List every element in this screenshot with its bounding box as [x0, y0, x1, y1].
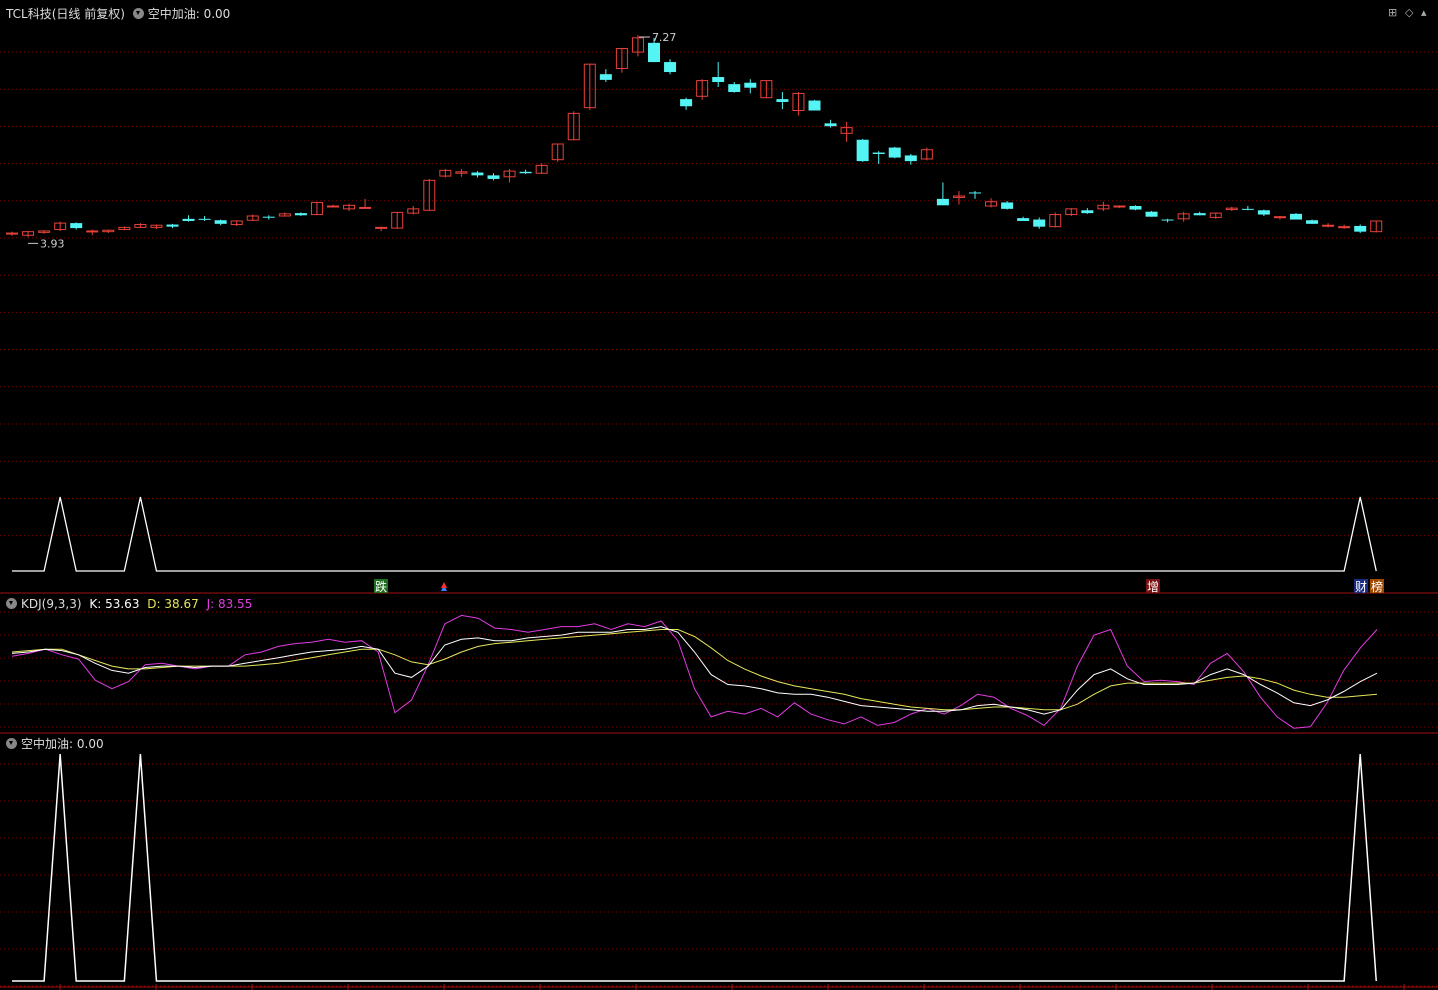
kdj-header: KDJ(9,3,3) K: 53.63 D: 38.67 J: 83.55 — [6, 596, 256, 612]
candle-body — [471, 172, 484, 176]
kdj-chart[interactable] — [0, 594, 1438, 734]
candle-body — [1001, 202, 1014, 209]
candle-body — [712, 77, 725, 83]
signal-name: 空中加油 — [21, 737, 70, 751]
signal-chart[interactable] — [0, 734, 1438, 990]
marker-cai: 财 — [1355, 580, 1367, 594]
candle-body — [824, 123, 837, 127]
high-label: 7.27 — [652, 31, 677, 44]
candle-body — [70, 223, 83, 229]
candle-body — [1145, 211, 1158, 217]
candle-body — [1322, 224, 1335, 227]
dropdown-icon[interactable] — [6, 738, 17, 749]
candle-body — [1257, 210, 1270, 215]
candle-body — [1354, 225, 1367, 232]
candle-body — [198, 218, 211, 220]
candle-body — [680, 99, 693, 107]
caret-up-icon[interactable]: ▴ — [1421, 6, 1427, 19]
marker-bang: 榜 — [1371, 579, 1383, 594]
candlestick-chart[interactable]: 7.27 3.93 跌 增 财榜 — [0, 0, 1438, 594]
signal-panel[interactable]: 空中加油: 0.00 — [0, 734, 1438, 990]
main-chart-panel[interactable]: TCL科技(日线 前复权) 空中加油: 0.00 7.27 3.93 跌 增 财榜 — [0, 0, 1438, 594]
candle-body — [1017, 218, 1030, 221]
candle-body — [359, 206, 372, 209]
candle-body — [1338, 226, 1351, 229]
candle-body — [1161, 219, 1174, 221]
candle-body — [808, 100, 821, 111]
candle-body — [6, 232, 18, 235]
kdj-d-label: D: 38.67 — [147, 597, 199, 611]
candle-body — [262, 216, 275, 218]
signal-line — [12, 753, 1377, 982]
restore-icon[interactable]: ⊞ — [1388, 6, 1397, 19]
period-label: (日线 前复权) — [51, 7, 125, 21]
marker-die: 跌 — [375, 579, 387, 594]
candle-body — [487, 175, 500, 179]
candle-body — [1081, 210, 1094, 214]
candle-body — [166, 224, 179, 227]
candle-body — [1113, 205, 1126, 208]
candle-body — [728, 84, 741, 92]
candle-body — [936, 198, 949, 206]
signal-value: : 0.00 — [69, 737, 104, 751]
candle-body — [664, 62, 677, 73]
kdj-panel[interactable]: KDJ(9,3,3) K: 53.63 D: 38.67 J: 83.55 — [0, 594, 1438, 734]
candle-body — [744, 82, 757, 88]
candle-body — [375, 226, 388, 229]
indicator-name: 空中加油 — [147, 7, 196, 21]
stock-name: TCL科技 — [6, 7, 52, 21]
candle-body — [1241, 208, 1254, 210]
candle-body — [1129, 206, 1142, 210]
candle-body — [1033, 219, 1046, 227]
candle-body — [648, 42, 660, 63]
candle-body — [856, 139, 869, 162]
kdj-j-label: J: 83.55 — [206, 597, 253, 611]
candle-body — [519, 171, 532, 174]
candle-body — [776, 99, 789, 102]
low-label: 3.93 — [40, 237, 65, 250]
marker-triangle-icon — [441, 582, 447, 588]
candle-body — [182, 218, 195, 221]
dropdown-icon[interactable] — [132, 8, 144, 19]
dropdown-icon[interactable] — [6, 598, 17, 609]
kdj-k-label: K: 53.63 — [89, 597, 140, 611]
candle-body — [327, 205, 339, 208]
candle-body — [969, 192, 981, 194]
indicator-value: : 0.00 — [195, 7, 231, 21]
candle-body — [872, 152, 885, 154]
candle-body — [1193, 213, 1206, 216]
candle-body — [599, 74, 612, 80]
candle-body — [888, 147, 901, 158]
candle-body — [1290, 213, 1302, 220]
kdj-d-line — [11, 629, 1378, 711]
marker-zeng: 增 — [1147, 580, 1159, 594]
kdj-k-line — [11, 626, 1378, 715]
kdj-j-line — [11, 614, 1378, 729]
candle-body — [1273, 216, 1286, 219]
signal-header: 空中加油: 0.00 — [6, 736, 108, 752]
signal-line-main — [12, 496, 1377, 572]
candle-body — [294, 213, 307, 216]
candle-body — [86, 230, 99, 233]
candle-body — [1306, 220, 1319, 224]
candle-body — [904, 155, 917, 162]
main-chart-header: TCL科技(日线 前复权) 空中加油: 0.00 — [6, 6, 234, 22]
diamond-icon[interactable]: ◇ — [1405, 6, 1413, 19]
kdj-name: KDJ(9,3,3) — [21, 597, 82, 611]
candle-body — [214, 220, 227, 224]
